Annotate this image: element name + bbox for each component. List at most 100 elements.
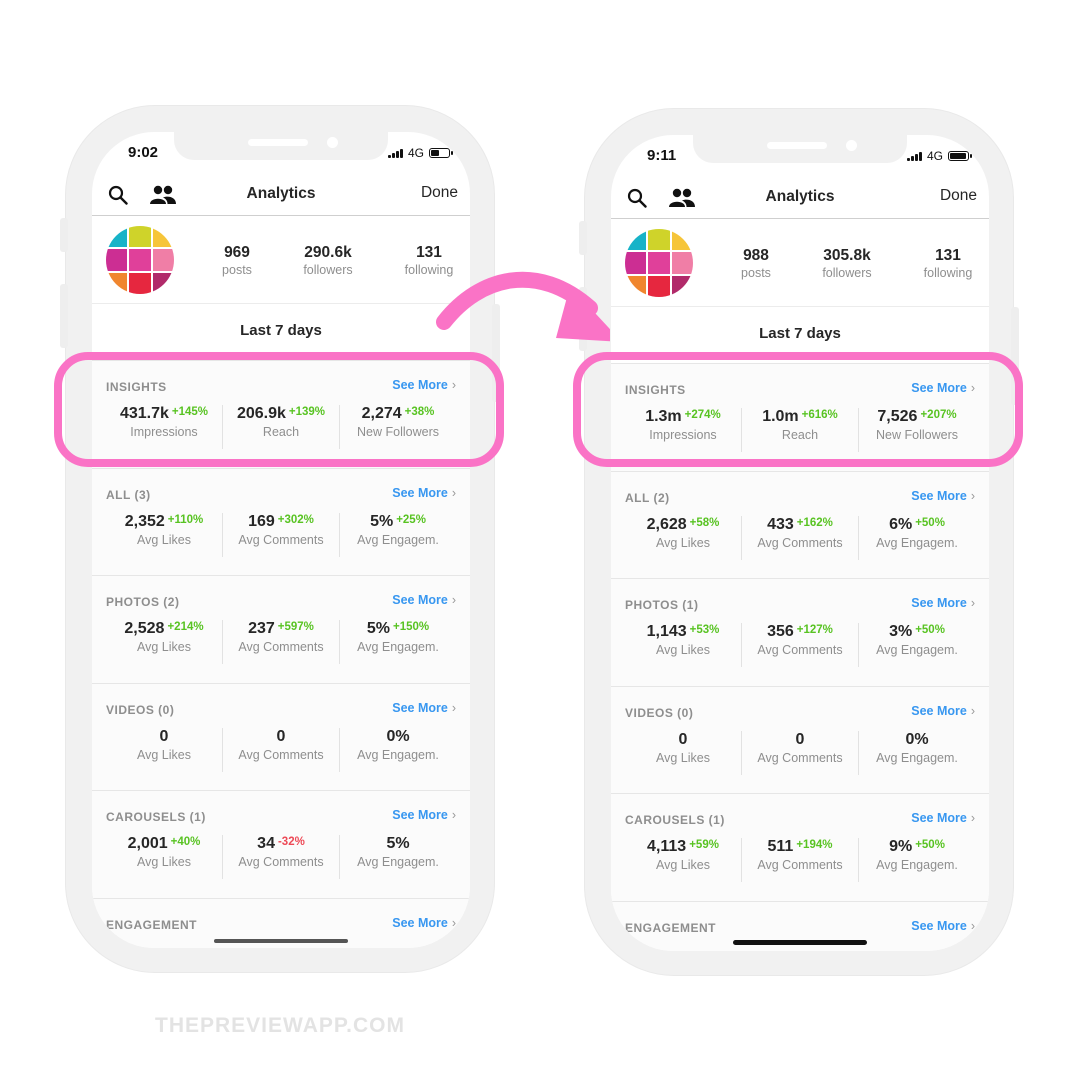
nav-title: Analytics	[765, 188, 835, 205]
see-more-label: See More	[392, 700, 448, 715]
see-more-label: See More	[911, 596, 967, 610]
metric-change: +302%	[277, 513, 314, 526]
metric-label: Avg Comments	[238, 532, 324, 547]
section-title: ENGAGEMENT	[625, 920, 717, 935]
following-stat: 131 following	[898, 247, 989, 280]
section-header: ALL (2) See More ›	[625, 489, 975, 505]
avatar	[106, 226, 174, 294]
section-title: CAROUSELS (1)	[106, 810, 206, 824]
avatar-tile	[625, 229, 647, 251]
see-more-link[interactable]: See More ›	[392, 593, 456, 607]
avatar-tile	[129, 226, 151, 248]
metric-cell: 433 +162% Avg Comments	[741, 515, 858, 560]
see-more-link[interactable]: See More ›	[911, 489, 975, 503]
see-more-label: See More	[392, 485, 448, 500]
home-indicator	[733, 940, 867, 945]
network-label: 4G	[407, 146, 424, 160]
metric-change: -32%	[277, 836, 305, 848]
section-header: ENGAGEMENT See More ›	[625, 919, 975, 935]
section-title: PHOTOS (1)	[625, 598, 699, 612]
chevron-right-icon: ›	[451, 485, 456, 500]
metric-value: 1,143	[646, 623, 687, 640]
section-title: PHOTOS (2)	[106, 595, 180, 609]
metric-label: Avg Engagem.	[357, 855, 439, 869]
metric-cell: 2,628 +58% Avg Likes	[625, 516, 741, 560]
section-header: VIDEOS (0) See More ›	[625, 704, 975, 720]
see-more-link[interactable]: See More ›	[392, 808, 456, 822]
metric-change: +40%	[170, 836, 201, 848]
metric-value: 433	[767, 515, 794, 533]
see-more-link[interactable]: See More ›	[911, 919, 975, 933]
metric-label: Avg Engagem.	[876, 643, 958, 657]
chevron-right-icon: ›	[451, 808, 456, 822]
metric-cell: 169 +302% Avg Comments	[222, 512, 339, 557]
metric-change: +25%	[396, 513, 426, 526]
avatar-tile	[625, 252, 647, 274]
metric-cell: 4,113 +59% Avg Likes	[625, 838, 741, 882]
metric-label: Avg Comments	[757, 750, 843, 765]
posts-count: 988	[743, 247, 769, 264]
see-more-link[interactable]: See More ›	[911, 811, 975, 825]
followers-stat: 290.6k followers	[278, 244, 378, 277]
metric-cell: 0 Avg Likes	[625, 731, 741, 775]
avatar-tile	[671, 275, 693, 297]
done-button[interactable]: Done	[940, 187, 977, 205]
metric-change: +162%	[796, 516, 833, 529]
section-title: CAROUSELS (1)	[625, 813, 725, 827]
metric-cell: 511 +194% Avg Comments	[741, 838, 858, 882]
see-more-link[interactable]: See More ›	[392, 701, 456, 715]
metric-value: 2,001	[127, 835, 168, 852]
metric-value: 0	[678, 730, 688, 748]
metric-cell: 0 Avg Likes	[106, 728, 222, 772]
metric-value: 0%	[386, 727, 410, 745]
see-more-label: See More	[911, 811, 967, 825]
metric-label: Avg Likes	[656, 750, 710, 765]
section-all: ALL (2) See More › 2,628 +58% Avg Likes 433 +16…	[611, 470, 989, 579]
metric-row: 0 Avg Likes 0 Avg Comments 0% Avg Engagem.	[625, 730, 975, 775]
metric-change: +214%	[167, 621, 204, 633]
section-header: ENGAGEMENT See More ›	[106, 916, 456, 932]
phone-after: 9:11 4G Analytics Done 988 posts 305.8k fo…	[579, 108, 1019, 976]
metric-value: 2,528	[124, 620, 165, 637]
metric-cell: 0 Avg Comments	[741, 730, 858, 775]
metric-value: 9%	[889, 838, 913, 855]
status-time: 9:02	[128, 144, 159, 161]
metric-cell: 5% Avg Engagem.	[339, 835, 456, 879]
see-more-link[interactable]: See More ›	[911, 596, 975, 610]
section-carousels: CAROUSELS (1) See More › 4,113 +59% Avg Likes…	[611, 793, 989, 901]
see-more-link[interactable]: See More ›	[392, 486, 456, 500]
metric-label: Avg Engagem.	[357, 532, 439, 547]
metric-row: 4,113 +59% Avg Likes 511 +194% Avg Comments 9%…	[625, 838, 975, 882]
section-header: PHOTOS (1) See More ›	[625, 596, 975, 612]
metric-cell: 0% Avg Engagem.	[339, 727, 456, 772]
chevron-right-icon: ›	[451, 593, 456, 607]
metric-label: Avg Comments	[238, 855, 324, 869]
metric-cell: 0 Avg Comments	[222, 727, 339, 772]
done-button[interactable]: Done	[421, 184, 458, 202]
metric-cell: 5% +150% Avg Engagem.	[339, 620, 456, 664]
avatar-tile	[648, 252, 670, 274]
see-more-link[interactable]: See More ›	[911, 704, 975, 718]
metric-change: +110%	[167, 513, 204, 526]
avatar-tile	[129, 272, 151, 294]
signal-icon	[387, 148, 403, 158]
posts-stat: 988 posts	[706, 247, 806, 280]
see-more-label: See More	[392, 915, 448, 930]
phone-before: 9:02 4G Analytics Done 969 posts 290.6k fo…	[60, 105, 500, 973]
avatar-tile	[625, 275, 647, 297]
phone-side-button	[579, 221, 587, 255]
chevron-right-icon: ›	[970, 918, 975, 933]
posts-count: 969	[224, 244, 250, 261]
metric-cell: 6% +50% Avg Engagem.	[858, 515, 975, 560]
see-more-link[interactable]: See More ›	[392, 916, 456, 930]
followers-label: followers	[822, 266, 872, 280]
metric-change: +127%	[796, 624, 833, 636]
metric-value: 6%	[889, 515, 913, 533]
section-header: VIDEOS (0) See More ›	[106, 701, 456, 717]
metric-row: 1,143 +53% Avg Likes 356 +127% Avg Comments 3%…	[625, 623, 975, 667]
chevron-right-icon: ›	[970, 488, 975, 503]
metric-cell: 9% +50% Avg Engagem.	[858, 838, 975, 882]
posts-label: posts	[741, 266, 771, 280]
metric-change: +58%	[689, 516, 720, 529]
phone-side-button	[60, 284, 68, 348]
